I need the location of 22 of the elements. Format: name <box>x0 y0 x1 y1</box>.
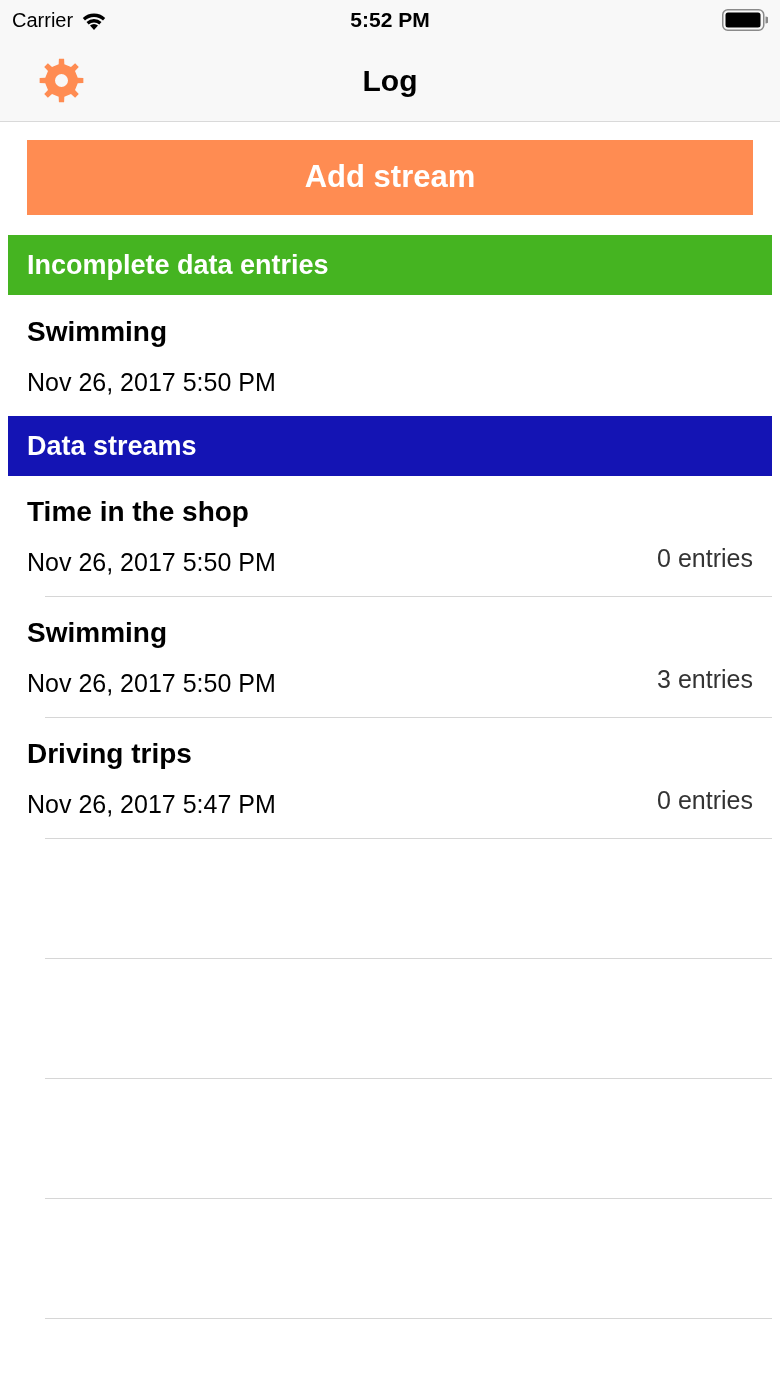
section-title: Data streams <box>27 429 197 463</box>
stream-row[interactable]: Time in the shop Nov 26, 2017 5:50 PM 0 entries <box>8 476 772 597</box>
settings-icon[interactable] <box>39 58 84 103</box>
entry-count: 0 entries <box>657 785 753 815</box>
carrier-name: Carrier <box>12 8 74 33</box>
entry-count: 0 entries <box>657 543 753 573</box>
row-date: Nov 26, 2017 5:47 PM <box>27 789 276 819</box>
screen-title: Log <box>362 63 418 99</box>
row-date: Nov 26, 2017 5:50 PM <box>27 367 276 397</box>
entry-count: 3 entries <box>657 664 753 694</box>
row-title: Time in the shop <box>27 495 249 529</box>
section-title: Incomplete data entries <box>27 248 329 282</box>
stream-row[interactable]: Driving trips Nov 26, 2017 5:47 PM 0 entries <box>8 718 772 839</box>
battery-icon <box>722 9 768 31</box>
row-title: Swimming <box>27 616 167 650</box>
row-date: Nov 26, 2017 5:50 PM <box>27 547 276 577</box>
row-date: Nov 26, 2017 5:50 PM <box>27 668 276 698</box>
status-time: 5:52 PM <box>350 7 430 34</box>
row-title: Driving trips <box>27 737 192 771</box>
row-title: Swimming <box>27 315 167 349</box>
incomplete-entry-row[interactable]: Swimming Nov 26, 2017 5:50 PM <box>8 295 772 416</box>
stream-row[interactable]: Swimming Nov 26, 2017 5:50 PM 3 entries <box>8 597 772 718</box>
